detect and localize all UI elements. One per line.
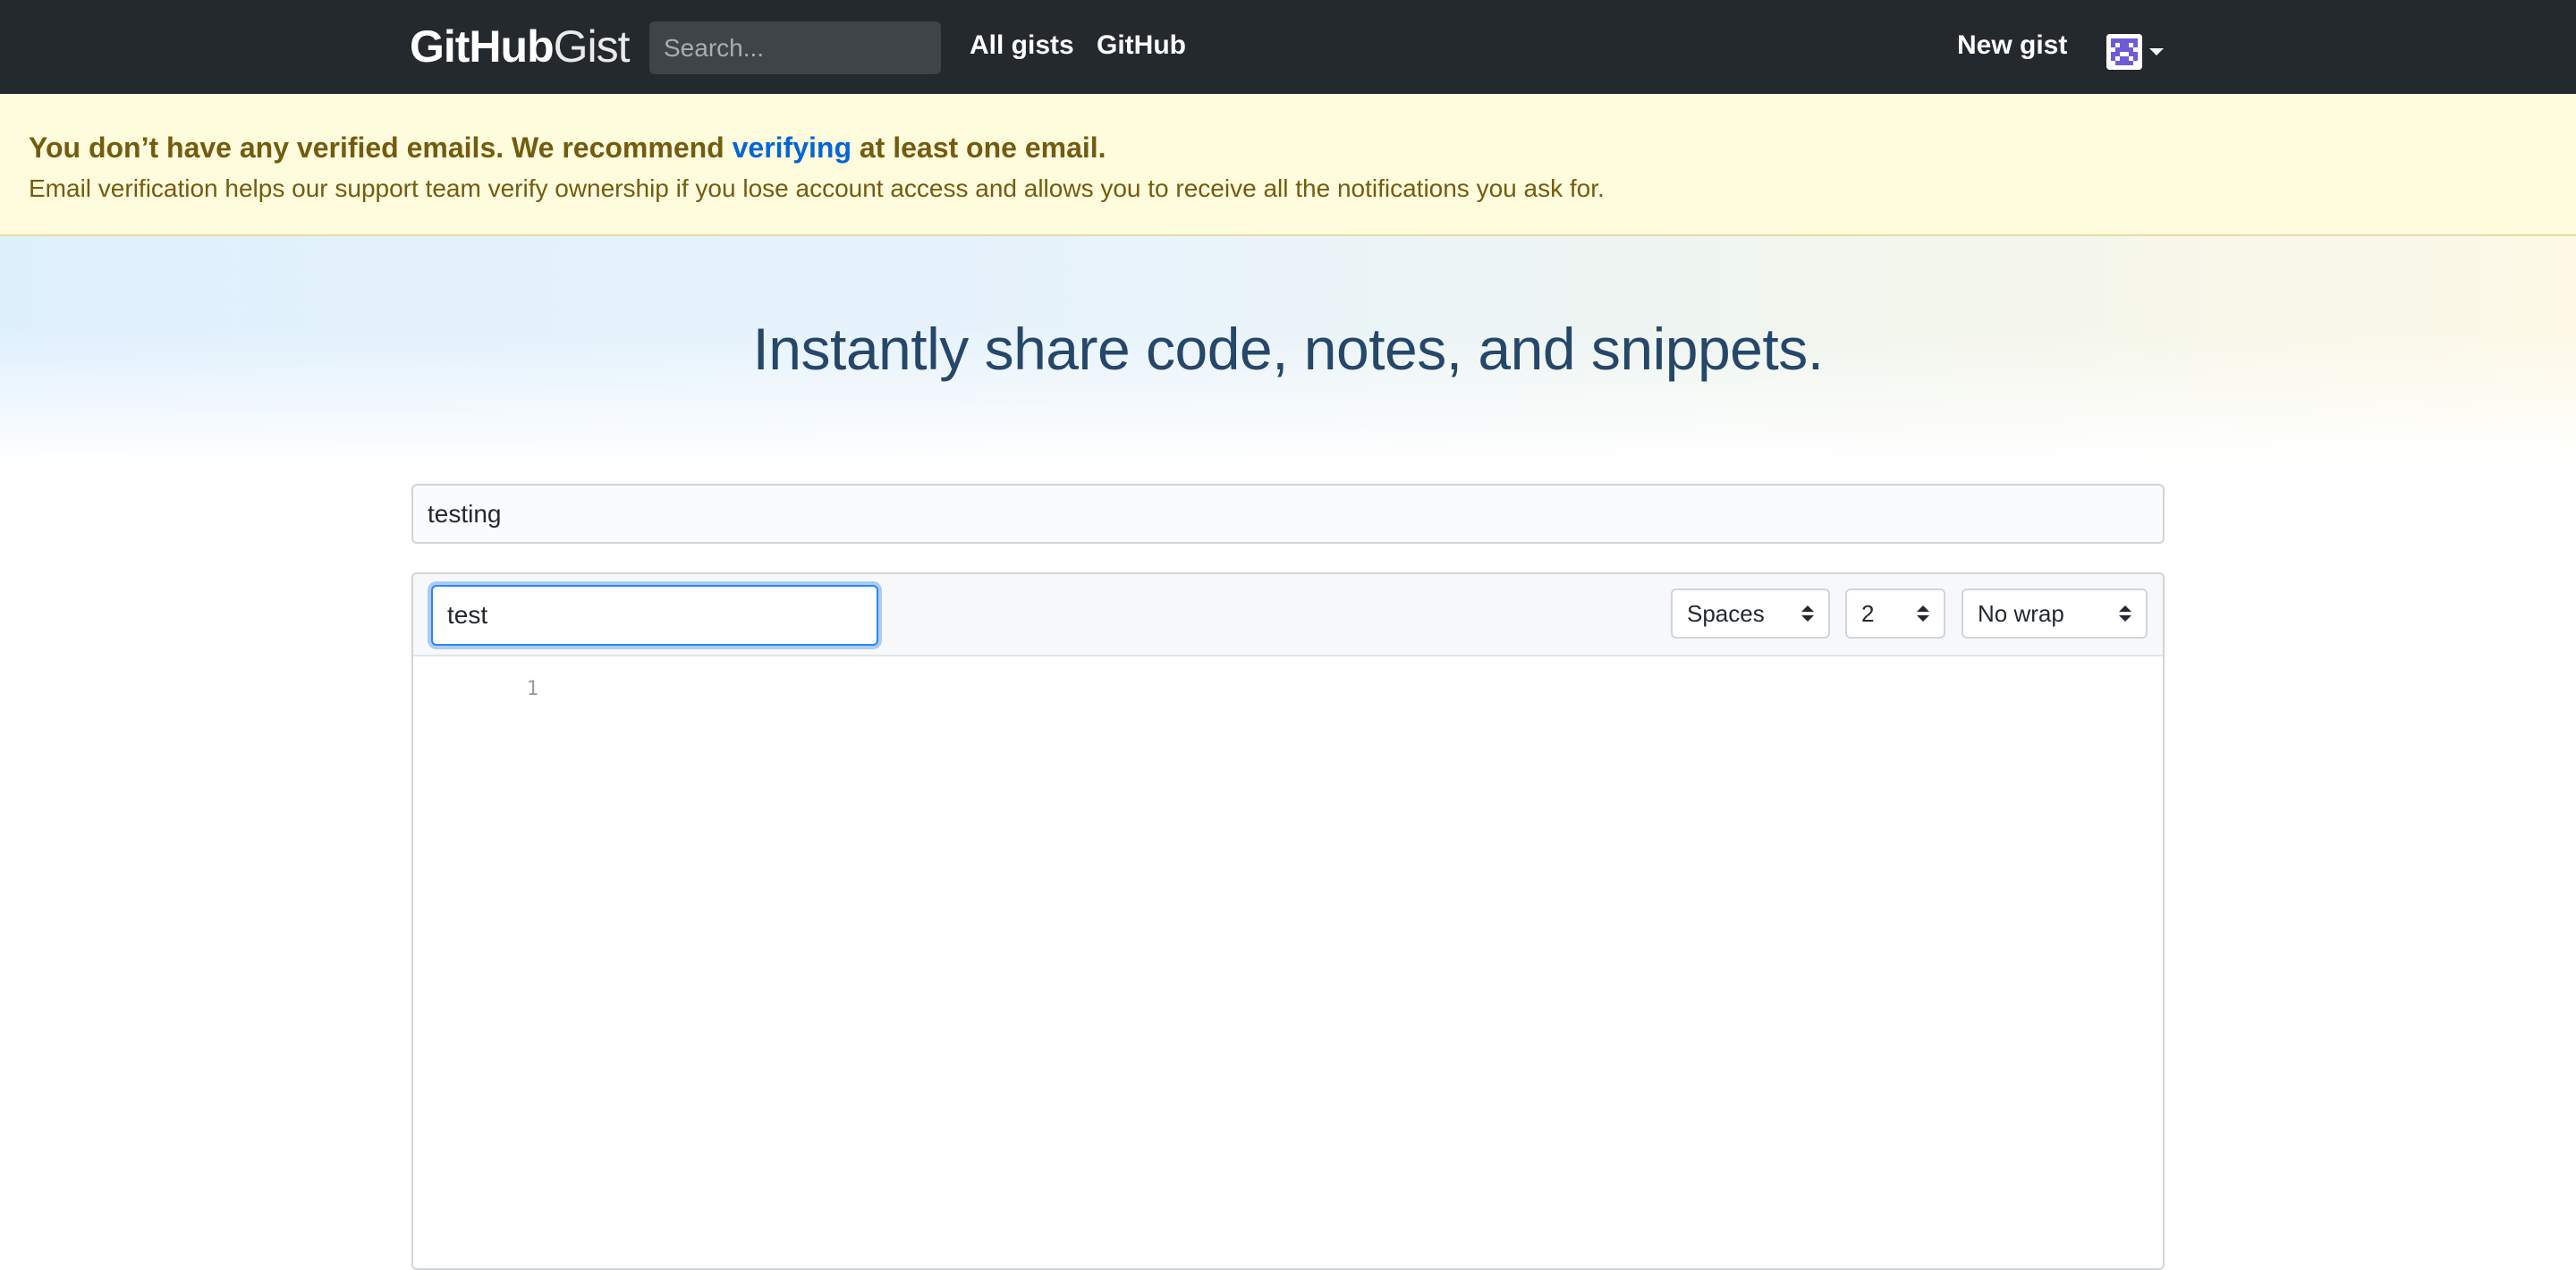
banner-title: You don’t have any verified emails. We r… bbox=[29, 131, 1106, 165]
indent-mode-value: Spaces bbox=[1687, 599, 1765, 627]
line-number: 1 bbox=[526, 678, 538, 700]
wrap-mode-select[interactable]: No wrap bbox=[1962, 588, 2148, 639]
hero-section: Instantly share code, notes, and snippet… bbox=[0, 236, 2576, 469]
nav-all-gists-link[interactable]: All gists bbox=[970, 30, 1074, 61]
banner-title-after: at least one email. bbox=[851, 131, 1106, 164]
indent-size-select[interactable]: 2 bbox=[1845, 588, 1945, 639]
avatar-icon bbox=[2106, 34, 2142, 70]
select-arrows-icon bbox=[2119, 605, 2131, 622]
gist-description-input[interactable] bbox=[411, 484, 2165, 544]
file-editor-header: Spaces 2 No wrap bbox=[413, 574, 2163, 656]
nav-github-link[interactable]: GitHub bbox=[1097, 30, 1186, 61]
logo-github-text: GitHub bbox=[410, 21, 555, 72]
search-input[interactable] bbox=[649, 21, 941, 74]
new-gist-link[interactable]: New gist bbox=[1957, 30, 2067, 61]
indent-size-value: 2 bbox=[1861, 599, 1875, 627]
wrap-mode-value: No wrap bbox=[1978, 599, 2064, 627]
filename-input[interactable] bbox=[431, 585, 878, 646]
github-gist-logo[interactable]: GitHub Gist bbox=[410, 20, 631, 73]
user-menu-button[interactable] bbox=[2106, 34, 2164, 70]
file-editor: Spaces 2 No wrap 1 bbox=[411, 572, 2165, 1270]
indent-mode-select[interactable]: Spaces bbox=[1671, 588, 1830, 639]
banner-description: Email verification helps our support tea… bbox=[29, 174, 1605, 202]
code-editor[interactable]: 1 bbox=[413, 656, 2163, 1268]
page-title: Instantly share code, notes, and snippet… bbox=[752, 316, 1824, 382]
banner-title-before: You don’t have any verified emails. We r… bbox=[29, 131, 733, 164]
site-header: GitHubGist All gists GitHub New gist bbox=[0, 0, 2576, 94]
email-verification-banner: You don’t have any verified emails. We r… bbox=[0, 94, 2576, 236]
select-arrows-icon bbox=[1917, 605, 1929, 622]
select-arrows-icon bbox=[1801, 605, 1814, 622]
verifying-link[interactable]: verifying bbox=[733, 131, 852, 164]
caret-down-icon bbox=[2149, 48, 2164, 55]
logo-gist-text: Gist bbox=[553, 21, 631, 72]
